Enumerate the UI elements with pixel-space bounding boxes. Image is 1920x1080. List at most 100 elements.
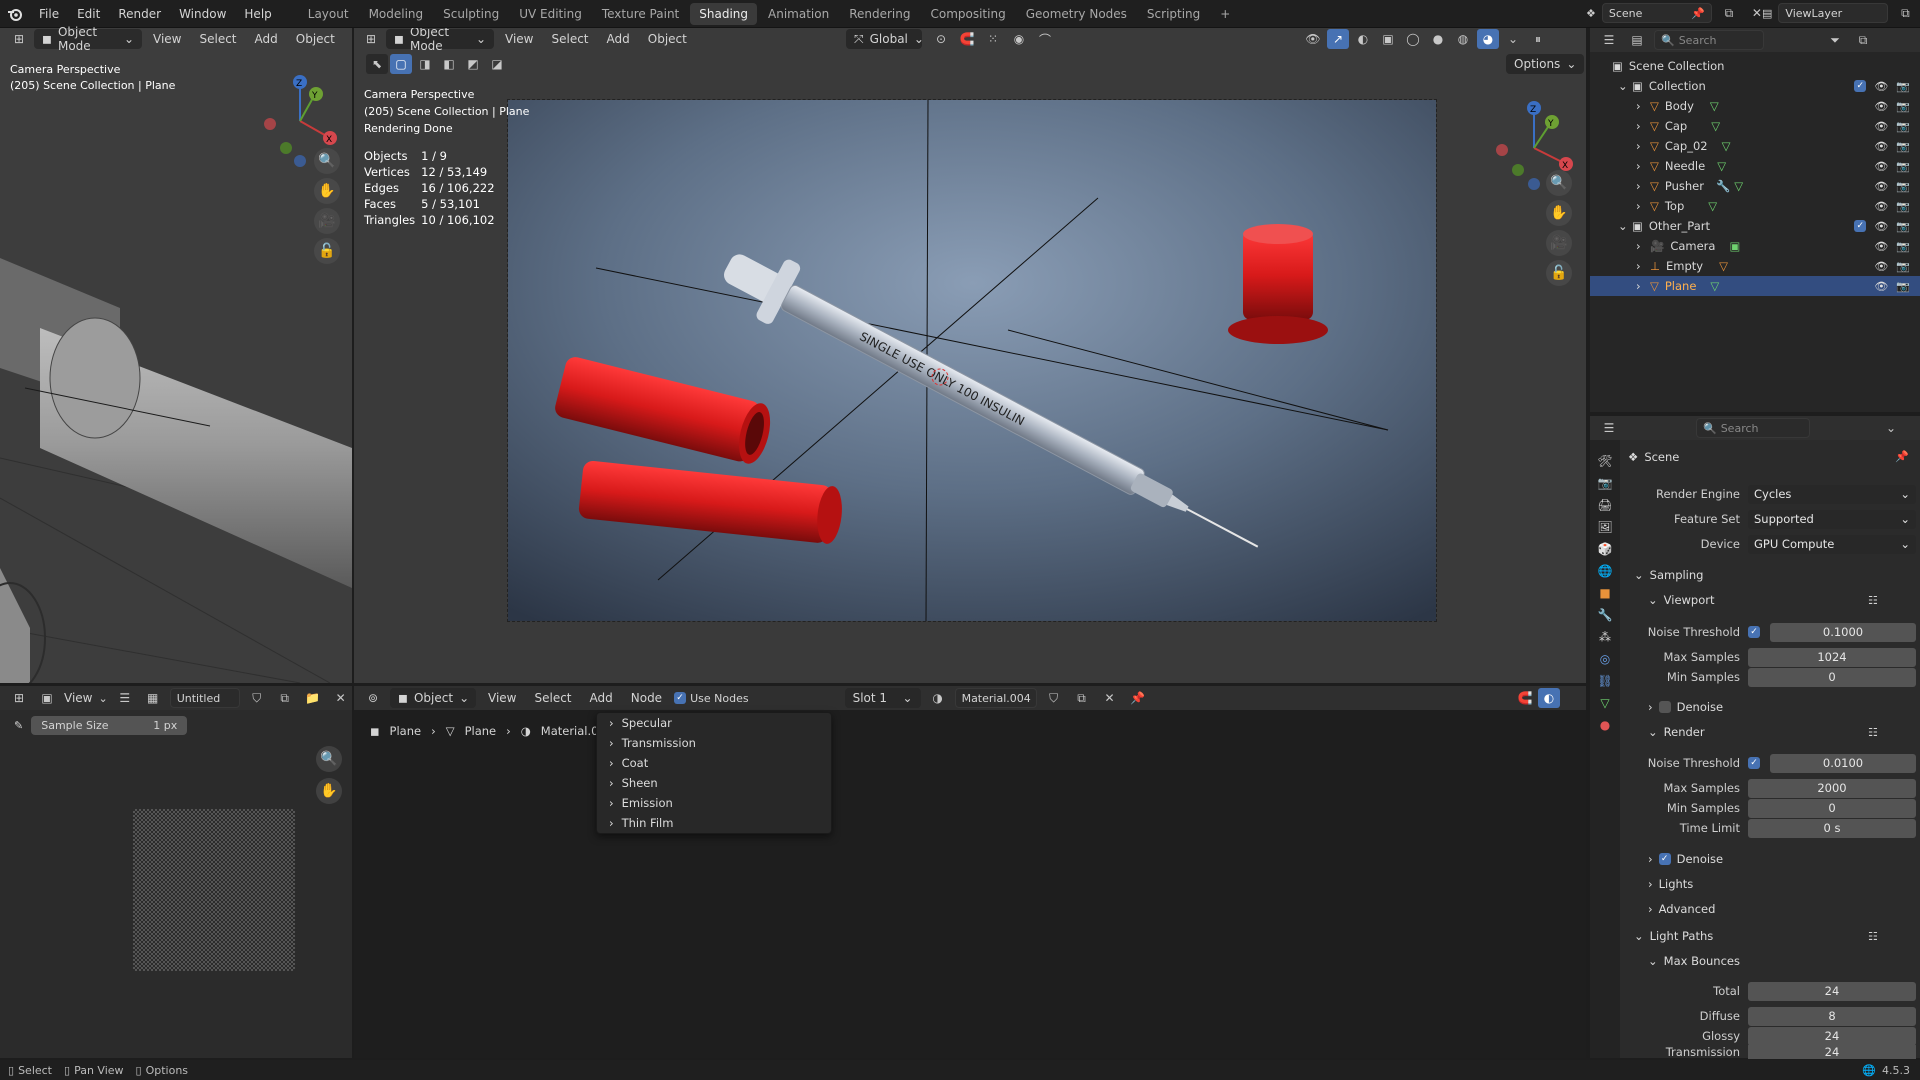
outliner[interactable]: ☰ ▤ 🔍 Search ⏷ ⧉ ▣ Scene Collection ⌄ ▣ … (1590, 28, 1920, 412)
image-menu-view[interactable]: View (64, 691, 92, 705)
material-shading-icon[interactable]: ◍ (1452, 29, 1474, 49)
tab-uv-editing[interactable]: UV Editing (510, 3, 591, 25)
render-tab-icon[interactable]: 📷 (1598, 476, 1613, 490)
lock-icon[interactable]: 🔓 (1546, 260, 1572, 286)
chevron-right-icon[interactable]: › (1636, 279, 1650, 293)
chevron-down-icon[interactable]: ⌄ (1618, 79, 1632, 93)
eye-icon[interactable]: 👁 (1874, 280, 1888, 293)
left-menu-object[interactable]: Object (289, 32, 342, 46)
main-mode-dropdown[interactable]: ◼ Object Mode ⌄ (386, 28, 494, 53)
new-collection-icon[interactable]: ⧉ (1852, 30, 1874, 50)
diffuse-bounces-field[interactable]: 8 (1748, 1006, 1916, 1026)
material-tab-icon[interactable]: ● (1600, 718, 1610, 732)
select-tool-icon[interactable]: ⬉ (366, 54, 388, 74)
select-mode-invert-icon[interactable]: ◩ (462, 54, 484, 74)
node-menu-add[interactable]: Add (584, 691, 619, 705)
gizmo-toggle-icon[interactable]: ↗ (1327, 29, 1349, 49)
select-mode-extend-icon[interactable]: ◨ (414, 54, 436, 74)
lights-subpanel-header[interactable]: › Lights (1648, 877, 1693, 891)
eye-icon[interactable]: 👁 (1874, 200, 1888, 213)
render-min-samples-field[interactable]: 0 (1748, 798, 1916, 818)
camera-view-icon[interactable]: 🎥 (1546, 230, 1572, 256)
select-mode-new-icon[interactable]: ▢ (390, 54, 412, 74)
tab-layout[interactable]: Layout (299, 3, 358, 25)
render-denoise-header[interactable]: › ✓ Denoise (1648, 852, 1723, 866)
main-menu-add[interactable]: Add (600, 32, 637, 46)
chevron-right-icon[interactable]: › (1636, 239, 1650, 253)
total-bounces-field[interactable]: 24 (1748, 981, 1916, 1001)
eye-icon[interactable]: 👁 (1874, 180, 1888, 193)
eye-icon[interactable]: 👁 (1874, 100, 1888, 113)
chevron-down-icon[interactable]: ⌄ (1618, 219, 1632, 233)
camera-icon[interactable]: 📷 (1896, 120, 1910, 133)
tab-shading[interactable]: Shading (690, 2, 757, 25)
eye-icon[interactable]: 👁 (1874, 240, 1888, 253)
eye-icon[interactable]: 👁 (1874, 260, 1888, 273)
eye-icon[interactable]: 👁 (1874, 80, 1888, 93)
menu-render[interactable]: Render (109, 0, 170, 28)
object-tab-icon[interactable]: ■ (1599, 586, 1610, 600)
add-workspace-button[interactable]: + (1211, 3, 1239, 25)
unlink-material-icon[interactable]: ✕ (1099, 688, 1121, 708)
use-nodes-toggle[interactable]: ✓ Use Nodes (674, 692, 749, 705)
pan-hand-icon[interactable]: ✋ (1546, 200, 1572, 226)
editor-type-icon[interactable]: ⊞ (8, 688, 30, 708)
popup-item-coat[interactable]: › Coat (597, 753, 831, 773)
pan-hand-icon[interactable]: ✋ (314, 178, 340, 204)
camera-icon[interactable]: 📷 (1896, 100, 1910, 113)
advanced-subpanel-header[interactable]: › Advanced (1648, 902, 1715, 916)
presets-icon[interactable]: ☷ (1868, 726, 1878, 739)
world-tab-icon[interactable]: 🌐 (1598, 564, 1613, 578)
camera-icon[interactable]: 📷 (1896, 140, 1910, 153)
outliner-row-top[interactable]: › ▽ Top ▽ 👁 📷 (1590, 196, 1920, 216)
node-menu-node[interactable]: Node (625, 691, 668, 705)
use-nodes-checkbox[interactable]: ✓ (674, 692, 687, 704)
popup-item-emission[interactable]: › Emission (597, 793, 831, 813)
main-3d-viewport[interactable]: ⊞ ◼ Object Mode ⌄ View Select Add Object… (354, 28, 1586, 683)
new-material-icon[interactable]: ⧉ (1071, 688, 1093, 708)
open-folder-icon[interactable]: 📁 (302, 688, 324, 708)
camera-icon[interactable]: 📷 (1896, 180, 1910, 193)
node-menu-view[interactable]: View (482, 691, 522, 705)
tab-animation[interactable]: Animation (759, 3, 838, 25)
outliner-row-cap[interactable]: › ▽ Cap ▽ 👁 📷 (1590, 116, 1920, 136)
slot-dropdown[interactable]: Slot 1 ⌄ (844, 688, 921, 708)
include-checkbox[interactable]: ✓ (1854, 219, 1867, 232)
image-name-field[interactable]: Untitled (169, 688, 240, 708)
properties-search-input[interactable]: 🔍 Search (1696, 418, 1810, 438)
view-layer-tab-icon[interactable]: 🖼 (1597, 520, 1612, 534)
time-limit-field[interactable]: 0 s (1748, 818, 1916, 838)
snap-icon[interactable]: 🧲 (956, 29, 978, 49)
chevron-right-icon[interactable]: › (1636, 199, 1650, 213)
snap-grid-icon[interactable]: ⁙ (982, 29, 1004, 49)
blender-logo-icon[interactable] (0, 0, 30, 28)
visibility-icon[interactable]: 👁 (1302, 29, 1324, 49)
eye-icon[interactable]: 👁 (1874, 140, 1888, 153)
popup-item-sheen[interactable]: › Sheen (597, 773, 831, 793)
data-tab-icon[interactable]: ▽ (1600, 696, 1609, 710)
editor-type-icon[interactable]: ☰ (1598, 418, 1620, 438)
chevron-right-icon[interactable]: › (1636, 179, 1650, 193)
device-dropdown[interactable]: GPU Compute ⌄ (1748, 534, 1916, 554)
outliner-row-body[interactable]: › ▽ Body ▽ 👁 📷 (1590, 96, 1920, 116)
editor-type-icon[interactable]: ⊚ (362, 688, 384, 708)
camera-icon[interactable]: 📷 (1896, 80, 1910, 93)
chevron-right-icon[interactable]: › (1636, 119, 1650, 133)
camera-icon[interactable]: 📷 (1896, 240, 1910, 253)
physics-tab-icon[interactable]: ◎ (1600, 652, 1610, 666)
editor-type-icon[interactable]: ⊞ (8, 29, 30, 49)
chevron-right-icon[interactable]: › (1636, 259, 1650, 273)
menu-file[interactable]: File (30, 0, 68, 28)
viewport-noise-threshold-checkbox[interactable]: ✓ (1748, 626, 1760, 638)
particles-tab-icon[interactable]: ⁂ (1599, 630, 1611, 644)
chevron-down-icon[interactable]: ⌄ (1880, 418, 1902, 438)
viewport-max-samples-field[interactable]: 1024 (1748, 647, 1916, 667)
sample-size-field[interactable]: Sample Size 1 px (31, 715, 188, 735)
falloff-icon[interactable]: ⌒ (1034, 29, 1056, 49)
pause-render-icon[interactable]: ⏸ (1527, 29, 1549, 49)
outliner-search-input[interactable]: 🔍 Search (1654, 30, 1764, 50)
solid-shading-icon[interactable]: ● (1427, 29, 1449, 49)
snap-icon[interactable]: 🧲 (1514, 688, 1536, 708)
eyedropper-icon[interactable]: ✎ (14, 719, 23, 732)
viewport-subpanel-header[interactable]: ⌄ Viewport (1648, 593, 1715, 607)
